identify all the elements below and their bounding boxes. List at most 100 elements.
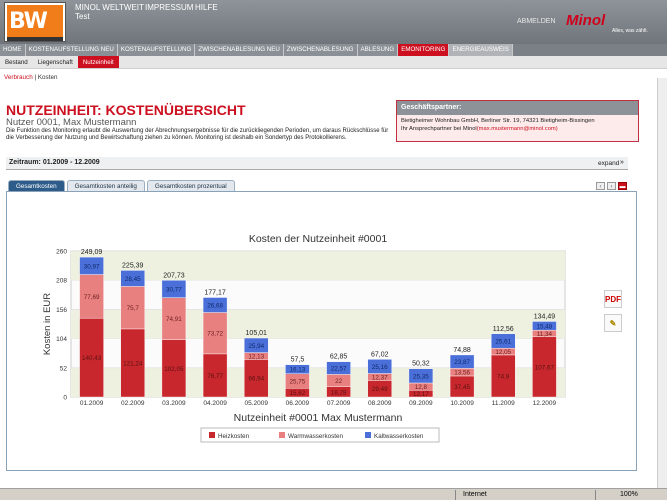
expand-link[interactable]: expand [598,160,619,167]
nav-emonitoring[interactable]: EMONITORING [398,44,450,56]
chart-title: Kosten der Nutzeinheit #0001 [249,233,388,245]
bar-value-label: 15,62 [290,390,306,397]
bar-value-label: 121,24 [123,360,143,367]
y-tick-label: 260 [56,249,67,256]
y-tick-label: 104 [56,336,67,343]
nav-ablesung[interactable]: ABLESUNG [357,44,399,56]
bar-value-label: 75,7 [127,305,140,312]
chart-side-icons: PDF ✎ [604,290,622,338]
nav-zwischenablesung[interactable]: ZWISCHENABLESUNG [283,44,358,56]
link-hilfe[interactable]: HILFE [195,3,218,12]
bar-value-label: 25,94 [248,343,264,350]
bar-value-label: 18,28 [331,389,347,396]
subnav-liegenschaft[interactable]: Liegenschaft [33,56,78,68]
nav-kostenaufstellung[interactable]: KOSTENAUFSTELLUNG [117,44,196,56]
y-tick-label: 0 [63,395,67,402]
partner-email-link[interactable]: (max.mustermann@minol.com) [477,126,558,132]
legend-entry-warmwasserkosten[interactable]: Warmwasserkosten [288,433,344,440]
page-title: NUTZEINHEIT: KOSTENÜBERSICHT [6,102,246,118]
x-tick-label: 11.2009 [492,400,515,407]
x-tick-label: 07.2009 [327,400,351,407]
bar-value-label: 25,75 [290,378,306,385]
bar-value-label: 37,45 [454,384,470,391]
tab-gesamtkosten[interactable]: Gesamtkosten [8,180,65,191]
nav-zwischenablesung-neu[interactable]: ZWISCHENABLESUNG NEU [195,44,284,56]
bar-value-label: 13,56 [454,370,470,377]
period-bar: Zeitraum: 01.2009 - 12.2009 expand » [6,157,628,170]
bar-value-label: 28,45 [125,276,141,283]
period-label: Zeitraum: 01.2009 - 12.2009 [9,159,100,166]
bar-total-label: 112,56 [493,326,514,333]
grid-band [71,251,565,281]
tab-controls: ‹ › ▬ [594,182,627,190]
chart-legend: Heizkosten Warmwasserkosten Kaltwasserkost… [200,427,440,443]
bar-value-label: 29,49 [372,386,388,393]
bar-value-label: 12,8 [415,384,428,391]
logout-link[interactable]: ABMELDEN [517,18,556,25]
x-tick-label: 01.2009 [80,400,104,407]
bar-value-label: 12,37 [372,374,388,381]
status-zone: Internet [463,491,487,498]
prev-icon[interactable]: ‹ [596,182,605,190]
legend-entry-kaltwasserkosten[interactable]: Kaltwasserkosten [374,433,424,440]
username: Test [75,12,90,21]
link-minol-weltweit[interactable]: MINOL WELTWEIT [75,3,144,12]
subnav-bestand[interactable]: Bestand [0,56,33,68]
bar-value-label: 66,94 [248,376,264,383]
bar-value-label: 74,91 [166,316,182,323]
pdf-icon[interactable]: PDF [604,290,622,308]
bar-value-label: 12,05 [495,349,511,356]
grid-band [71,367,565,397]
bar-value-label: 74,9 [497,373,510,380]
nav-kostenaufstellung-neu[interactable]: KOSTENAUFSTELLUNG NEU [25,44,118,56]
main-nav: HOME KOSTENAUFSTELLUNG NEU KOSTENAUFSTEL… [0,44,667,56]
bar-value-label: 102,05 [164,366,184,373]
close-icon[interactable]: ▬ [618,182,627,190]
bar-value-label: 107,67 [535,364,555,371]
brand-logo: Minol [566,12,606,29]
bar-total-label: 62,85 [330,354,348,361]
expand-chevron-icon[interactable]: » [620,159,624,166]
scrollbar[interactable] [657,78,667,488]
breadcrumb-verbrauch[interactable]: Verbrauch [4,74,33,81]
x-tick-label: 05.2009 [245,400,269,407]
nav-energieausweis[interactable]: ENERGIEAUSWEIS [449,44,513,56]
y-tick-label: 208 [56,278,67,285]
logo[interactable]: BW [4,2,66,42]
nav-home[interactable]: HOME [0,44,26,56]
bar-value-label: 25,35 [413,373,429,380]
tab-gesamtkosten-prozentual[interactable]: Gesamtkosten prozentual [146,180,235,191]
grid-band [71,309,565,339]
bar-value-label: 140,43 [82,355,102,362]
bar-total-label: 177,17 [204,290,226,297]
partner-box: Geschäftspartner: Bietigheimer Wohnbau G… [396,100,639,142]
page: BW MINOL WELTWEIT IMPRESSUM HILFE Test A… [0,0,667,500]
breadcrumb-kosten[interactable]: Kosten [38,74,58,81]
x-tick-label: 10.2009 [450,400,474,407]
bar-value-label: 73,72 [207,331,223,338]
next-icon[interactable]: › [607,182,616,190]
bar-value-label: 26,68 [207,303,223,310]
legend-swatch-heizkosten [209,432,215,438]
bar-value-label: 25,16 [372,364,388,371]
bar-value-label: 76,77 [207,373,223,380]
status-zoom[interactable]: 100% [620,489,638,500]
tab-gesamtkosten-anteilig[interactable]: Gesamtkosten anteilig [66,180,145,191]
sub-nav: Bestand Liegenschaft Nutzeinheit [0,56,667,69]
y-axis-label: Kosten in EUR [42,293,53,355]
bar-value-label: 12,13 [248,354,264,361]
export-icon[interactable]: ✎ [604,314,622,332]
bar-value-label: 11,34 [537,331,553,338]
status-bar: Internet 100% [0,488,667,500]
bar-total-label: 67,02 [371,351,389,358]
page-description: Die Funktion des Monitoring erlaubt die … [6,128,389,142]
bar-value-label: 30,97 [84,263,100,270]
subnav-nutzeinheit[interactable]: Nutzeinheit [77,56,119,68]
x-tick-label: 06.2009 [286,400,310,407]
logo-text: BW [9,9,48,34]
bar-value-label: 12,17 [413,391,429,398]
link-impressum[interactable]: IMPRESSUM [145,3,193,12]
cost-chart: 0 52 104 156 208 260 Kosten der Nutzeinheit #0… [42,233,566,443]
legend-entry-heizkosten[interactable]: Heizkosten [218,433,250,440]
bar-total-label: 207,73 [163,272,185,279]
